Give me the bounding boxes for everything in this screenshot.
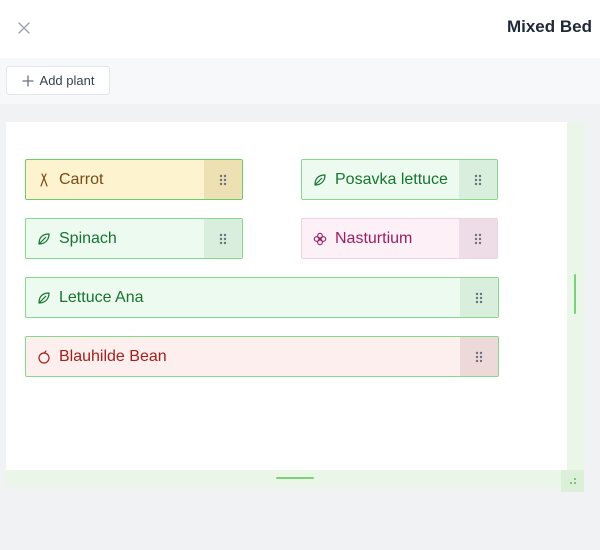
plant-card-blauhilde-bean[interactable]: Blauhilde Bean (25, 336, 499, 377)
drag-handle[interactable] (204, 219, 242, 258)
leaf-icon (38, 232, 50, 245)
plus-icon (21, 74, 34, 87)
grip-icon (474, 174, 482, 185)
plant-card-lettuce-ana[interactable]: Lettuce Ana (25, 277, 499, 318)
grip-icon (474, 233, 482, 244)
carrot-icon (40, 172, 48, 187)
leaf-icon (38, 291, 50, 304)
bed-canvas: Carrot Posavka lettuce Spinach Nasturtiu… (6, 122, 584, 492)
leaf-icon (314, 173, 326, 186)
resize-handle-corner[interactable] (561, 470, 584, 492)
plant-label: Blauhilde Bean (59, 347, 167, 365)
resize-handle-bottom[interactable] (6, 470, 567, 487)
plant-card-posavka-lettuce[interactable]: Posavka lettuce (301, 159, 498, 200)
header: Mixed Bed (0, 0, 600, 58)
resize-handle-right[interactable] (567, 122, 584, 470)
plant-label: Spinach (59, 229, 117, 247)
grip-icon (475, 292, 483, 303)
plant-label: Posavka lettuce (335, 170, 448, 188)
plant-label: Lettuce Ana (59, 288, 144, 306)
add-plant-label: Add plant (39, 73, 95, 88)
plant-card-nasturtium[interactable]: Nasturtium (301, 218, 498, 259)
page-title: Mixed Bed (506, 17, 592, 36)
drag-handle[interactable] (460, 337, 498, 376)
drag-handle[interactable] (459, 160, 497, 199)
close-icon[interactable] (14, 18, 34, 38)
grip-icon (219, 174, 227, 185)
resize-grip (276, 477, 314, 479)
bean-icon (38, 349, 50, 364)
drag-handle[interactable] (459, 219, 497, 258)
plant-label: Carrot (59, 170, 104, 188)
drag-handle[interactable] (460, 278, 498, 317)
grip-icon (219, 233, 227, 244)
add-plant-button[interactable]: Add plant (6, 66, 110, 95)
flower-icon (313, 232, 327, 245)
resize-corner-icon (570, 478, 576, 484)
plant-label: Nasturtium (335, 229, 413, 247)
plant-card-spinach[interactable]: Spinach (25, 218, 243, 259)
resize-grip (574, 274, 576, 314)
toolbar: Add plant (0, 58, 600, 104)
drag-handle[interactable] (204, 160, 242, 199)
plant-card-carrot[interactable]: Carrot (25, 159, 243, 200)
grip-icon (475, 351, 483, 362)
